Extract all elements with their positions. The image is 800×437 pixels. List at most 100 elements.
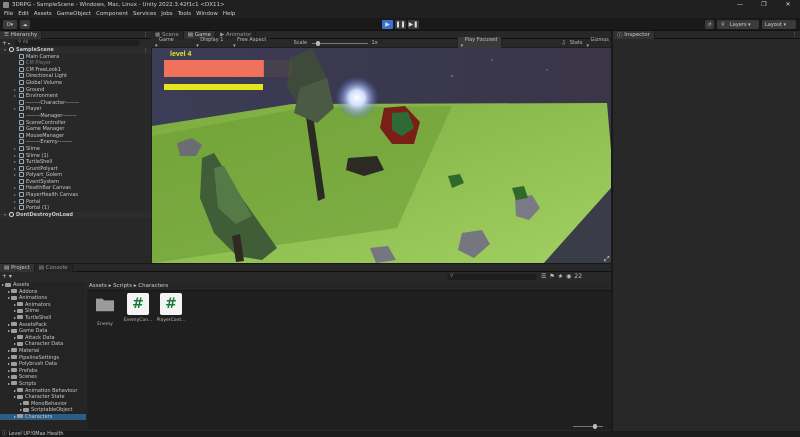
create-button[interactable]: + ▾ bbox=[2, 273, 12, 280]
tab-hierarchy[interactable]: ☰ Hierarchy bbox=[0, 30, 43, 39]
hierarchy-item[interactable]: ▸ TurtleShell bbox=[0, 159, 151, 166]
expand-arrow-icon[interactable]: ▸ bbox=[8, 295, 10, 300]
tab-inspector[interactable]: ⓘ Inspector bbox=[613, 30, 655, 39]
expand-arrow-icon[interactable]: ▸ bbox=[8, 289, 10, 294]
folder-tree-item[interactable]: ▸ Polybrush Data bbox=[0, 361, 86, 368]
breadcrumb-item[interactable]: Characters bbox=[138, 283, 168, 289]
star-icon[interactable]: ★ bbox=[558, 273, 563, 280]
menu-item[interactable]: Help bbox=[223, 11, 236, 17]
folder-tree-item[interactable]: ▸ TurtleShell bbox=[0, 315, 86, 322]
stats-button[interactable]: Stats bbox=[570, 40, 583, 46]
hierarchy-item[interactable]: ▸ Ground bbox=[0, 86, 151, 94]
menu-item[interactable]: Assets bbox=[34, 11, 52, 17]
folder-tree-item[interactable]: ▸ Game Data bbox=[0, 328, 86, 335]
pause-button[interactable]: ❚❚ bbox=[395, 20, 406, 29]
expand-arrow-icon[interactable]: ▸ bbox=[8, 348, 10, 353]
hierarchy-scene[interactable]: ▾ SampleScene bbox=[0, 47, 151, 54]
tab-console[interactable]: ▤ Console bbox=[34, 263, 73, 272]
hierarchy-item[interactable]: Game Manager bbox=[0, 126, 151, 133]
menu-item[interactable]: Services bbox=[133, 11, 156, 17]
folder-tree-item[interactable]: ▸ PipelineSettings bbox=[0, 355, 86, 362]
cloud-icon[interactable]: ☁ bbox=[20, 20, 30, 29]
expand-arrow-icon[interactable]: ▸ bbox=[8, 381, 10, 386]
expand-arrow-icon[interactable]: ▸ bbox=[8, 368, 10, 373]
menu-item[interactable]: GameObject bbox=[57, 11, 91, 17]
folder-tree-item[interactable]: ▸ Character State bbox=[0, 394, 86, 401]
hierarchy-item[interactable]: Directional Light bbox=[0, 73, 151, 80]
mute-audio-icon[interactable]: ♫ bbox=[561, 40, 565, 46]
menu-item[interactable]: Window bbox=[196, 11, 218, 17]
hierarchy-item[interactable]: ▸ Portal bbox=[0, 198, 151, 206]
hierarchy-search-input[interactable]: ⚲ All bbox=[15, 40, 141, 46]
expand-arrow-icon[interactable]: ▸ bbox=[14, 308, 16, 313]
expand-arrow-icon[interactable]: ▸ bbox=[20, 401, 22, 406]
hierarchy-item[interactable]: ▸ HealthBar Canvas bbox=[0, 185, 151, 192]
hierarchy-item[interactable]: ▸ Polyart_Golem bbox=[0, 172, 151, 179]
scene-menu-icon[interactable]: ⋮ bbox=[143, 48, 148, 54]
folder-tree-item[interactable]: ▸ Scripts bbox=[0, 381, 86, 388]
layout-dropdown[interactable]: Layout ▾ bbox=[762, 20, 796, 29]
folder-tree-item[interactable]: ▸ ScriptableObject bbox=[0, 407, 86, 414]
add-button[interactable]: + bbox=[2, 40, 7, 47]
hierarchy-item[interactable]: MouseManager bbox=[0, 132, 151, 140]
hierarchy-item[interactable]: Global Volume bbox=[0, 79, 151, 87]
inspector-menu-icon[interactable]: ⋮ bbox=[792, 32, 797, 38]
expand-arrow-icon[interactable]: ▸ bbox=[14, 341, 16, 346]
menu-item[interactable]: Tools bbox=[178, 11, 192, 17]
hierarchy-menu-icon[interactable]: ⋮ bbox=[143, 32, 148, 38]
hierarchy-item[interactable]: CM FreeLook1 bbox=[0, 66, 151, 74]
folder-tree-item[interactable]: ▸ Animation Behaviour bbox=[0, 388, 86, 395]
layers-dropdown[interactable]: Layers ▾ bbox=[727, 20, 759, 29]
folder-tree-item[interactable]: ▸ Prefabs bbox=[0, 368, 86, 375]
expand-arrow-icon[interactable]: ▸ bbox=[14, 394, 16, 399]
expand-arrow-icon[interactable]: ▸ bbox=[8, 361, 10, 366]
breadcrumb-item[interactable]: Assets bbox=[89, 283, 107, 289]
folder-tree-item[interactable]: ▸ Characters bbox=[0, 413, 86, 421]
folder-tree-item[interactable]: ▸ AssetsPack bbox=[0, 322, 86, 329]
menu-item[interactable]: File bbox=[4, 11, 13, 17]
hierarchy-item[interactable]: --------Enemy-------- bbox=[0, 139, 151, 146]
expand-arrow-icon[interactable]: ▸ bbox=[8, 374, 10, 379]
eye-icon[interactable]: ◉ bbox=[566, 273, 571, 280]
folder-tree-item[interactable]: ▸ Character Data bbox=[0, 341, 86, 348]
hierarchy-item[interactable]: --------Character-------- bbox=[0, 99, 151, 107]
folder-tree-item[interactable]: ▸ Scenes bbox=[0, 374, 86, 381]
maximize-button[interactable]: ❐ bbox=[752, 0, 776, 10]
hierarchy-item[interactable]: SceneController bbox=[0, 119, 151, 127]
expand-arrow-icon[interactable]: ▸ bbox=[14, 388, 16, 393]
expand-arrow-icon[interactable]: ▸ bbox=[8, 322, 10, 327]
icon-size-slider[interactable] bbox=[573, 424, 603, 429]
hierarchy-item[interactable]: CM Player bbox=[0, 60, 151, 67]
tab-project[interactable]: ▤ Project bbox=[0, 263, 35, 272]
folder-tree-item[interactable]: ▸ Material bbox=[0, 348, 86, 355]
hierarchy-item[interactable]: EventSystem bbox=[0, 178, 151, 186]
menu-item[interactable]: Component bbox=[96, 11, 128, 17]
close-button[interactable]: ✕ bbox=[776, 0, 800, 10]
hierarchy-item[interactable]: --------Manager-------- bbox=[0, 112, 151, 120]
expand-arrow-icon[interactable]: ▸ bbox=[14, 335, 16, 340]
folder-tree-item[interactable]: ▸ Animators bbox=[0, 302, 86, 309]
project-search-input[interactable]: ⚲ bbox=[446, 273, 537, 280]
expand-arrow-icon[interactable]: ▸ bbox=[14, 315, 16, 320]
minimize-button[interactable]: — bbox=[728, 0, 752, 10]
hierarchy-item[interactable]: ▸ PlayerHealth Canvas bbox=[0, 192, 151, 199]
label-icon[interactable]: ⚑ bbox=[549, 273, 554, 280]
filter-icon[interactable]: ☰ bbox=[541, 273, 546, 280]
asset-script-playercontroller[interactable]: # PlayerCont... bbox=[155, 293, 187, 323]
game-viewport[interactable]: level 4 ⤢ bbox=[152, 48, 611, 263]
menu-item[interactable]: Jobs bbox=[161, 11, 172, 17]
expand-arrow-icon[interactable]: ▸ bbox=[8, 328, 10, 333]
expand-arrow-icon[interactable]: ▸ bbox=[14, 302, 16, 307]
folder-tree-item[interactable]: ▸ Attack Data bbox=[0, 335, 86, 342]
play-button[interactable]: ▶ bbox=[382, 20, 393, 29]
expand-arrow-icon[interactable]: ▸ bbox=[20, 407, 22, 412]
hierarchy-scene[interactable]: ▾ DontDestroyOnLoad bbox=[0, 211, 151, 219]
folder-tree-item[interactable]: ▸ Slime bbox=[0, 308, 86, 315]
expand-arrow-icon[interactable]: ▸ bbox=[2, 282, 4, 287]
expand-arrow-icon[interactable]: ▸ bbox=[14, 414, 16, 419]
expand-arrow-icon[interactable]: ▸ bbox=[8, 355, 10, 360]
scale-slider[interactable] bbox=[312, 40, 368, 46]
asset-script-enemycontroller[interactable]: # EnemyCon... bbox=[122, 293, 154, 323]
undo-history-icon[interactable]: ↺ bbox=[705, 20, 714, 29]
folder-tree-item[interactable]: ▸ Animations bbox=[0, 295, 86, 302]
